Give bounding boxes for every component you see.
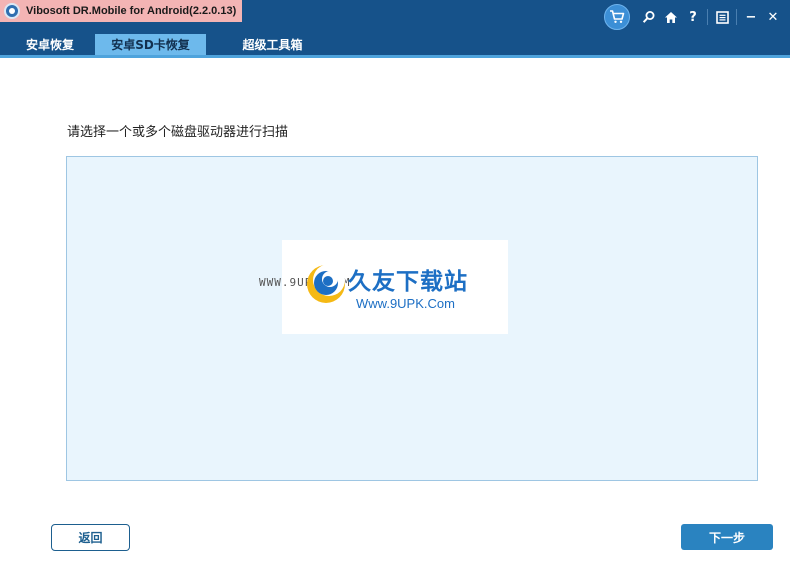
tab-sd-card-recovery[interactable]: 安卓SD卡恢复 xyxy=(95,34,206,55)
watermark-url: Www.9UPK.Com xyxy=(356,296,455,311)
home-icon[interactable] xyxy=(660,6,682,28)
close-icon[interactable]: ✕ xyxy=(762,6,784,28)
toolbar-divider xyxy=(707,9,708,25)
register-icon[interactable] xyxy=(711,6,733,28)
watermark-brand: 久友下载站 xyxy=(348,269,468,295)
help-icon[interactable]: ? xyxy=(682,6,704,28)
tab-bar: 安卓恢复 安卓SD卡恢复 超级工具箱 xyxy=(0,34,790,58)
watermark-logo-icon xyxy=(307,264,345,303)
app-title-area: Vibosoft DR.Mobile for Android(2.2.0.13) xyxy=(0,0,243,22)
help-glyph: ? xyxy=(689,9,697,25)
watermark-overlay: WWW.9UPK.COM 久友下载站 Www.9UPK.Com xyxy=(259,240,508,334)
cart-icon[interactable] xyxy=(604,4,630,30)
minimize-glyph: − xyxy=(745,9,757,25)
toolbar-divider xyxy=(736,9,737,25)
app-logo-icon xyxy=(4,3,20,19)
title-bar: Vibosoft DR.Mobile for Android(2.2.0.13)… xyxy=(0,0,790,34)
drive-select-prompt: 请选择一个或多个磁盘驱动器进行扫描 xyxy=(67,125,289,140)
back-button[interactable]: 返回 xyxy=(51,524,130,551)
next-button[interactable]: 下一步 xyxy=(681,524,773,550)
window-controls: ? − ✕ xyxy=(604,3,784,31)
minimize-icon[interactable]: − xyxy=(740,6,762,28)
close-glyph: ✕ xyxy=(767,9,779,25)
tab-android-recovery[interactable]: 安卓恢复 xyxy=(10,34,90,55)
app-title: Vibosoft DR.Mobile for Android(2.2.0.13) xyxy=(26,5,237,17)
search-icon[interactable] xyxy=(638,6,660,28)
tab-super-toolbox[interactable]: 超级工具箱 xyxy=(225,34,320,55)
